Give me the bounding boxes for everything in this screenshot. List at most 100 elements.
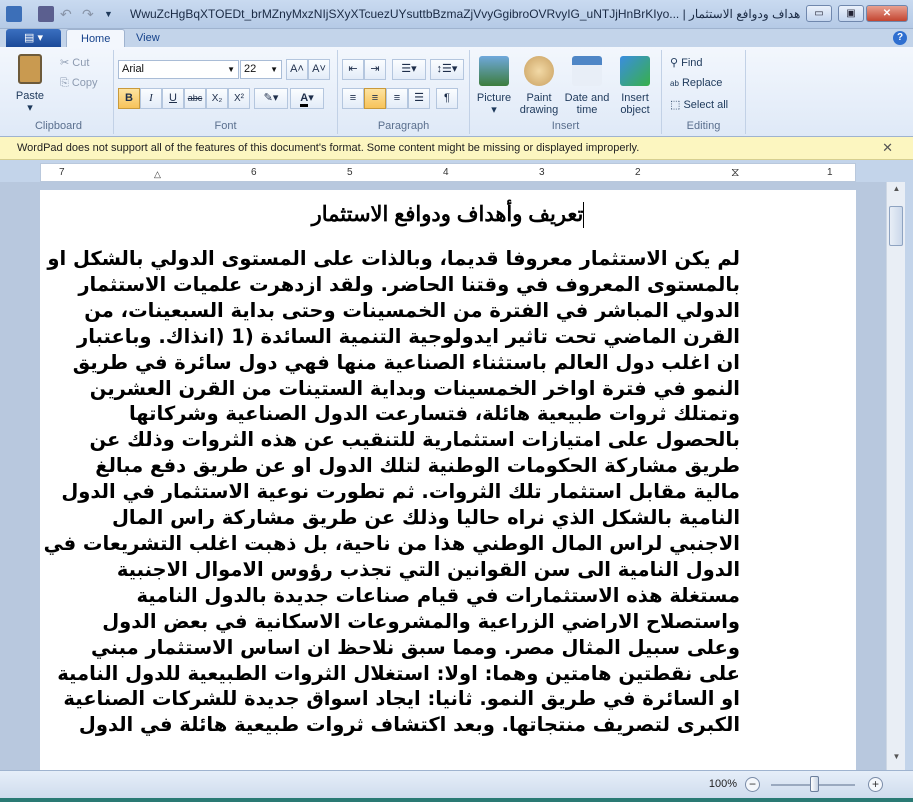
left-indent-marker[interactable]: △ [154,169,161,180]
date-time-button[interactable]: Date and time [564,56,610,116]
copy-label: Copy [71,77,98,89]
title-bar: ↶ ↷ ▼ WwuZcHgBqXTOEDt_brMZnyMxzNIjSXyXTc… [0,0,913,29]
text-line: على نقطتين هامتين وهما: اولا: استغلال ال… [57,661,740,685]
paint-palette-icon [524,56,554,86]
strikethrough-button[interactable]: abc [184,88,206,109]
replace-button[interactable]: ab Replace [670,77,722,89]
right-indent-marker[interactable]: ⧖ [731,165,739,180]
align-right-button[interactable]: ≡ [386,88,408,109]
undo-icon[interactable]: ↶ [60,6,76,22]
vertical-scrollbar[interactable]: ▲ ▼ [886,182,905,770]
binoculars-icon: ⚲ [670,57,679,69]
highlight-color-button[interactable]: ✎▾ [254,88,288,109]
datetime-label: Date and time [564,92,610,116]
font-size-value: 22 [244,63,257,75]
application-menu-button[interactable]: ▤ ▾ [6,29,61,47]
italic-button[interactable]: I [140,88,162,109]
increase-indent-button[interactable]: ⇥ [364,59,386,80]
font-group: Arial ▼ 22 ▼ A˄ A˅ B I U abc X₂ X² ✎▾ A▾ F… [114,50,338,134]
scroll-up-arrow-icon[interactable]: ▲ [887,184,906,200]
paragraph-button[interactable]: ¶ [436,88,458,109]
font-group-label: Font [214,120,237,132]
ruler-tick: 4 [443,167,449,178]
paste-button[interactable]: Paste ▾ [10,54,50,114]
align-left-button[interactable]: ≡ [342,88,364,109]
font-size-select[interactable]: 22 ▼ [240,60,282,79]
subscript-button[interactable]: X₂ [206,88,228,109]
justify-button[interactable]: ☰ [408,88,430,109]
text-line: لم يكن الاستثمار معروفا قديما، وبالذات ع… [47,247,740,270]
increase-indent-icon: ⇥ [370,63,380,75]
text-line: بالحصول على امتيازات استثمارية للتنقيب ع… [89,428,740,452]
insert-object-button[interactable]: Insert object [614,56,656,116]
font-family-select[interactable]: Arial ▼ [118,60,239,79]
maximize-button[interactable]: ▣ [838,5,864,22]
tab-home[interactable]: Home [66,29,126,48]
ruler[interactable]: 7 △ 6 5 4 3 2 ⧖ 1 [40,163,856,182]
text-line: او السائرة في طريق النمو. ثانيا: ايجاد ا… [63,687,740,711]
zoom-slider-thumb[interactable] [810,776,819,792]
close-button[interactable]: ✕ [866,5,908,22]
text-line: بالمستوى المعروف في وقتنا الحاضر. ولقد ا… [78,272,740,296]
paragraph-group: ⇤ ⇥ ☰▾ ↕☰▾ ≡ ≡ ≡ ☰ ¶ Paragraph [338,50,470,134]
bold-button[interactable]: B [118,88,140,109]
ruler-tick: 3 [539,167,545,178]
align-center-icon: ≡ [371,92,379,104]
select-all-button[interactable]: ⬚ Select all [670,98,728,111]
calendar-clock-icon [572,56,602,86]
redo-icon[interactable]: ↷ [82,6,98,22]
align-left-icon: ≡ [349,92,357,104]
grow-font-button[interactable]: A˄ [286,59,308,80]
save-icon[interactable] [38,6,54,22]
zoom-in-button[interactable]: + [868,777,883,792]
shrink-font-button[interactable]: A˅ [308,59,330,80]
document-area: تعريف وأهداف ودوافع الاستثمار لم يكن الا… [0,182,886,770]
close-infobar-icon[interactable]: ✕ [882,137,893,159]
line-spacing-button[interactable]: ↕☰▾ [430,59,464,80]
minimize-button[interactable]: ▭ [806,5,832,22]
zoom-out-button[interactable]: − [745,777,760,792]
tab-view[interactable]: View [122,29,174,48]
cut-label: Cut [72,57,90,69]
decrease-indent-icon: ⇤ [348,63,358,75]
insert-group: Picture ▾ Paint drawing Date and time Ins… [470,50,662,134]
text-color-button[interactable]: A▾ [290,88,324,109]
compatibility-info-bar: WordPad does not support all of the feat… [0,137,913,160]
document-body: لم يكن الاستثمار معروفا قديما، وبالذات ع… [44,246,741,738]
align-center-button[interactable]: ≡ [364,88,386,109]
copy-button[interactable]: ⎘ Copy [60,77,98,90]
text-line: القرن الماضي تحت تاثير ايدولوجية التنمية… [77,324,740,348]
bullet-list-icon: ☰▾ [401,63,417,75]
align-right-icon: ≡ [393,92,401,104]
scrollbar-thumb[interactable] [889,206,903,246]
cut-button[interactable]: ✂ Cut [60,56,89,69]
decrease-indent-button[interactable]: ⇤ [342,59,364,80]
paragraph-group-label: Paragraph [377,120,430,132]
underline-button[interactable]: U [162,88,184,109]
text-line: مستغلة هذه الاستثمارات في قيام صناعات جد… [136,583,740,607]
document-page[interactable]: تعريف وأهداف ودوافع الاستثمار لم يكن الا… [40,190,856,770]
picture-label: Picture [476,92,512,104]
ribbon-tabs: ▤ ▾ Home View ? [0,29,913,48]
customize-quick-access-chevron-icon[interactable]: ▼ [104,9,113,19]
find-button[interactable]: ⚲ Find [670,56,703,69]
editing-group-label: Editing [686,120,721,132]
insert-group-label: Insert [551,120,580,132]
scroll-down-arrow-icon[interactable]: ▼ [887,752,906,768]
picture-icon [479,56,509,86]
help-icon[interactable]: ? [893,31,907,45]
window-title: WwuZcHgBqXTOEDt_brMZnyMxzNIjSXyXTcuezUYs… [130,7,800,21]
wordpad-app-icon [6,6,22,22]
find-label: Find [681,57,703,69]
text-line: الدول النامية الى سن القوانين التي تجذب … [116,557,740,581]
superscript-button[interactable]: X² [228,88,250,109]
insert-picture-button[interactable]: Picture ▾ [474,56,514,116]
text-line: الدولي المباشر في الفترة من الخمسينات وح… [84,298,740,322]
text-line: واستصلاح الاراضي الزراعية والمشروعات الا… [102,609,740,633]
zoom-level: 100% [708,778,737,790]
ruler-tick: 7 [59,167,65,178]
paint-label: Paint drawing [519,92,559,116]
text-caret [583,202,585,229]
paint-drawing-button[interactable]: Paint drawing [516,56,562,116]
bullets-button[interactable]: ☰▾ [392,59,426,80]
